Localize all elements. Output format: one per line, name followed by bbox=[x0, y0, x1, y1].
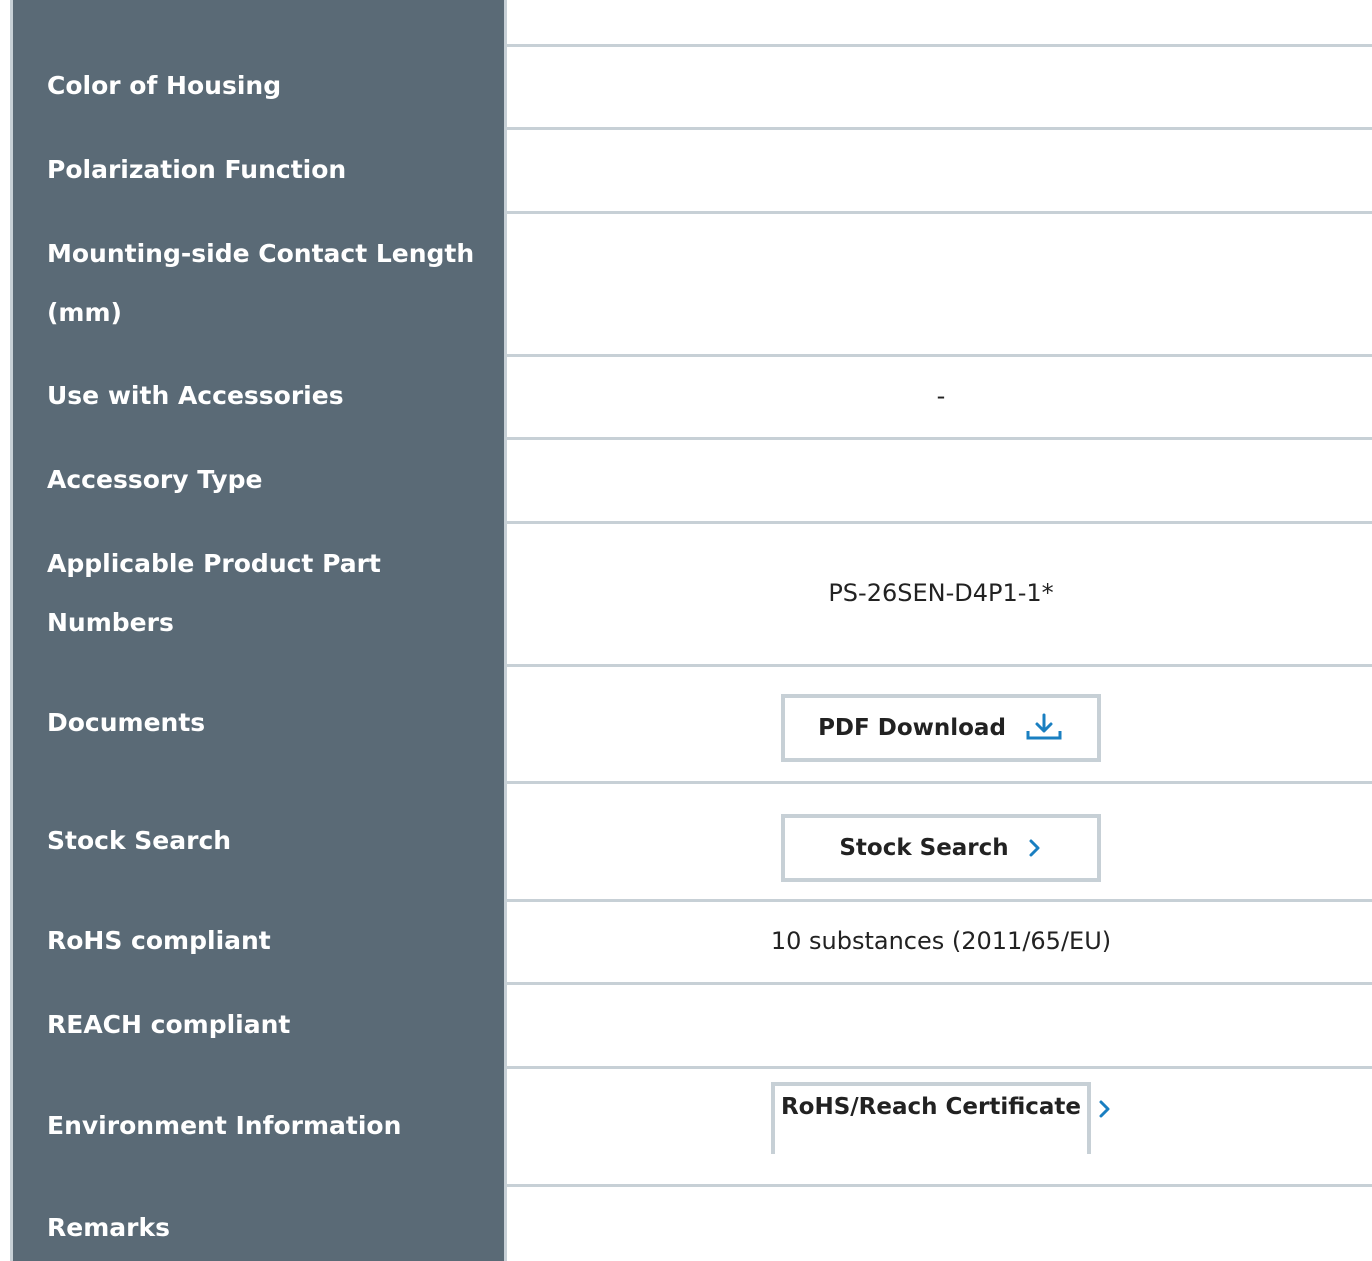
spec-label: Color of Housing bbox=[13, 44, 507, 130]
spec-value bbox=[507, 44, 1372, 130]
spec-label: Applicable Product Part Numbers bbox=[13, 521, 507, 667]
spec-value bbox=[507, 0, 1372, 47]
chevron-right-icon[interactable] bbox=[1097, 1098, 1113, 1120]
spec-value bbox=[507, 982, 1372, 1069]
spec-label: Accessory Type bbox=[13, 437, 507, 524]
spec-label: REACH compliant bbox=[13, 982, 507, 1069]
spec-label: Documents bbox=[13, 664, 507, 784]
spec-value: RoHS/Reach Certificate bbox=[507, 1066, 1372, 1187]
pdf-download-button[interactable]: PDF Download bbox=[781, 693, 1101, 762]
spec-table: Color of Housing Polarization Function M… bbox=[10, 0, 1372, 1261]
spec-row-accessory-type: Accessory Type bbox=[13, 437, 1372, 524]
spec-value: Stock Search bbox=[507, 781, 1372, 902]
spec-row bbox=[13, 0, 1372, 47]
spec-value bbox=[507, 211, 1372, 357]
spec-row-documents: Documents PDF Download bbox=[13, 664, 1372, 784]
spec-value: - bbox=[507, 354, 1372, 440]
spec-row-rohs-compliant: RoHS compliant 10 substances (2011/65/EU… bbox=[13, 899, 1372, 985]
spec-row-color-of-housing: Color of Housing bbox=[13, 44, 1372, 130]
spec-value bbox=[507, 127, 1372, 214]
spec-row-stock-search: Stock Search Stock Search bbox=[13, 781, 1372, 902]
spec-row-applicable-product-part-numbers: Applicable Product Part Numbers PS-26SEN… bbox=[13, 521, 1372, 667]
spec-value: PDF Download bbox=[507, 664, 1372, 784]
spec-value bbox=[507, 1184, 1372, 1261]
pdf-download-label: PDF Download bbox=[818, 714, 1006, 741]
download-icon bbox=[1024, 713, 1064, 743]
rohs-reach-certificate-wrap: RoHS/Reach Certificate bbox=[771, 1066, 1111, 1184]
spec-row-environment-information: Environment Information RoHS/Reach Certi… bbox=[13, 1066, 1372, 1187]
spec-label: Use with Accessories bbox=[13, 354, 507, 440]
stock-search-label: Stock Search bbox=[839, 835, 1009, 861]
spec-row-remarks: Remarks bbox=[13, 1184, 1372, 1261]
rohs-reach-certificate-button[interactable]: RoHS/Reach Certificate bbox=[771, 1082, 1091, 1154]
spec-value bbox=[507, 437, 1372, 524]
spec-label: Polarization Function bbox=[13, 127, 507, 214]
stock-search-button[interactable]: Stock Search bbox=[781, 814, 1101, 882]
spec-value: PS-26SEN-D4P1-1* bbox=[507, 521, 1372, 667]
spec-label: RoHS compliant bbox=[13, 899, 507, 985]
spec-label: Mounting-side Contact Length (mm) bbox=[13, 211, 507, 357]
spec-row-mounting-side-contact-length: Mounting-side Contact Length (mm) bbox=[13, 211, 1372, 357]
spec-label: Environment Information bbox=[13, 1066, 507, 1187]
spec-row-polarization-function: Polarization Function bbox=[13, 127, 1372, 214]
spec-row-use-with-accessories: Use with Accessories - bbox=[13, 354, 1372, 440]
spec-row-reach-compliant: REACH compliant bbox=[13, 982, 1372, 1069]
spec-label: Remarks bbox=[13, 1184, 507, 1261]
chevron-right-icon bbox=[1027, 837, 1043, 859]
spec-label: Stock Search bbox=[13, 781, 507, 902]
spec-label bbox=[13, 0, 507, 47]
spec-value: 10 substances (2011/65/EU) bbox=[507, 899, 1372, 985]
